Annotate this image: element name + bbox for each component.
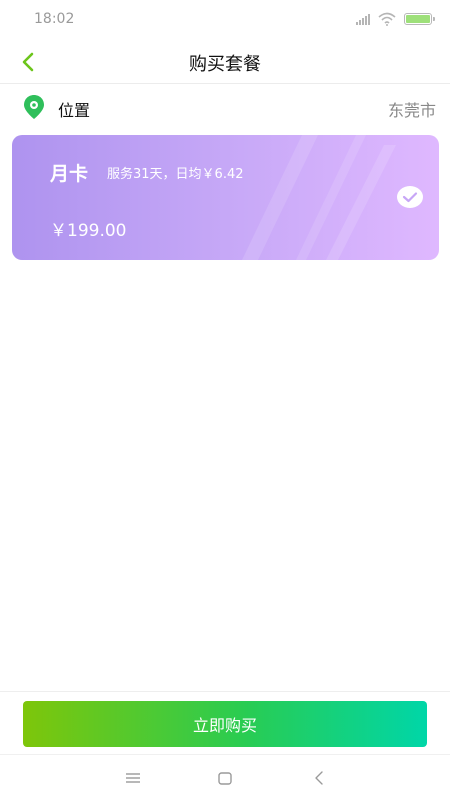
map-pin-icon xyxy=(24,95,44,119)
menu-button[interactable] xyxy=(122,767,144,789)
plan-price: ￥199.00 xyxy=(50,221,127,241)
plan-card-monthly[interactable]: 月卡 服务31天，日均￥6.42 ￥199.00 xyxy=(12,135,439,260)
back-icon xyxy=(315,771,323,785)
location-city[interactable]: 东莞市 xyxy=(388,97,436,121)
nav-bar: 购买套餐 xyxy=(0,40,450,84)
system-back-button[interactable] xyxy=(308,767,330,789)
check-circle-icon xyxy=(397,186,423,208)
location-row: 位置 东莞市 xyxy=(0,86,450,128)
wifi-icon xyxy=(378,12,396,26)
battery-charging-icon xyxy=(404,13,435,25)
plan-description: 服务31天，日均￥6.42 xyxy=(107,167,244,182)
home-icon xyxy=(218,771,232,785)
signal-icon xyxy=(356,13,370,25)
plan-name: 月卡 xyxy=(50,163,89,185)
page-title: 购买套餐 xyxy=(189,54,261,75)
home-button[interactable] xyxy=(214,767,236,789)
card-decoration xyxy=(242,135,396,260)
menu-icon xyxy=(126,773,140,783)
status-bar: 18:02 xyxy=(0,0,450,40)
status-time: 18:02 xyxy=(34,11,75,27)
buy-now-button[interactable]: 立即购买 xyxy=(23,701,427,747)
status-icons xyxy=(356,12,435,26)
location-label: 位置 xyxy=(58,101,91,120)
bottom-action-bar: 立即购买 xyxy=(0,691,450,753)
system-nav-bar xyxy=(0,754,450,800)
